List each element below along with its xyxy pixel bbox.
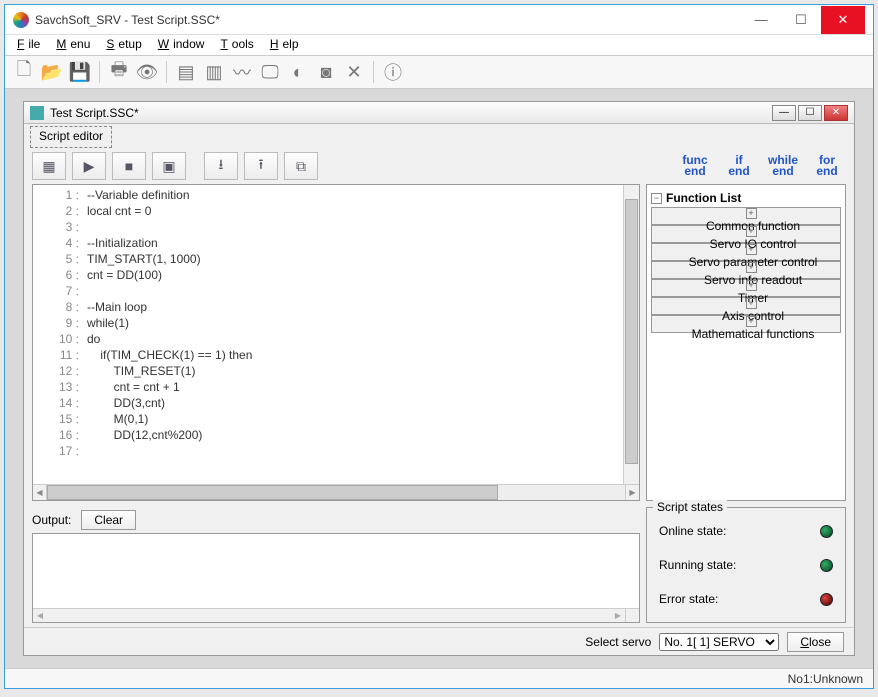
tools-icon[interactable]: ✕ [341, 59, 367, 85]
function-list-item[interactable]: +Mathematical functions [651, 315, 841, 333]
snippet-func[interactable]: funcend [676, 155, 714, 177]
tab-script-editor[interactable]: Script editor [30, 126, 112, 148]
run-icon[interactable]: ▶ [72, 152, 106, 180]
menu-bar: File Menu Setup Window Tools Help [5, 35, 873, 55]
monitor-icon[interactable]: 🖵 [257, 59, 283, 85]
toolbar-separator [99, 61, 100, 83]
output-label: Output: [32, 513, 71, 527]
running-led-icon [820, 559, 833, 572]
status-text: No1:Unknown [788, 672, 863, 686]
toolbar-separator [373, 61, 374, 83]
output-header: Output: Clear [32, 507, 640, 533]
expand-icon[interactable]: + [746, 316, 757, 327]
child-window-icon [30, 106, 44, 120]
download-icon[interactable]: ⭳ [204, 152, 238, 180]
close-button[interactable] [821, 6, 865, 34]
menu-tools[interactable]: Tools [216, 37, 261, 53]
menu-menu[interactable]: Menu [52, 37, 98, 53]
code-lines[interactable]: --Variable definitionlocal cnt = 0--Init… [83, 185, 623, 484]
print-icon[interactable]: 🖶 [106, 59, 132, 85]
preview-icon[interactable]: 👁 [134, 59, 160, 85]
output-horizontal-scrollbar[interactable]: ◀▶ [33, 608, 625, 622]
expand-icon[interactable]: + [746, 298, 757, 309]
error-led-icon [820, 593, 833, 606]
output-textarea[interactable]: ◀▶ [32, 533, 640, 623]
function-list-item[interactable]: +Axis control [651, 297, 841, 315]
menu-help[interactable]: Help [266, 37, 307, 53]
function-list-root[interactable]: − Function List [651, 189, 841, 207]
child-bottom-bar: Select servo No. 1[ 1] SERVO Close [24, 627, 854, 655]
child-titlebar: Test Script.SSC* — ☐ ✕ [24, 102, 854, 124]
open-file-icon[interactable]: 📂 [39, 59, 65, 85]
editor-vertical-scrollbar[interactable] [623, 185, 639, 484]
param-list2-icon[interactable]: ▥ [201, 59, 227, 85]
snippet-for[interactable]: forend [808, 155, 846, 177]
menu-file[interactable]: File [13, 37, 48, 53]
online-state-row: Online state: [653, 514, 839, 548]
stop-icon[interactable]: ■ [112, 152, 146, 180]
titlebar: SavchSoft_SRV - Test Script.SSC* [5, 5, 873, 35]
expand-icon[interactable]: + [746, 262, 757, 273]
child-close-button[interactable]: ✕ [824, 105, 848, 121]
script-states-group: Script states Online state: Running stat… [646, 507, 846, 623]
function-list-item[interactable]: +Servo parameter control [651, 243, 841, 261]
upload-icon[interactable]: ⭱ [244, 152, 278, 180]
servo-select[interactable]: No. 1[ 1] SERVO [659, 633, 779, 651]
function-list-item[interactable]: +Servo IO control [651, 225, 841, 243]
status-bar: No1:Unknown [5, 668, 873, 688]
mdi-area: Test Script.SSC* — ☐ ✕ Script editor ▦ ▶… [5, 89, 873, 668]
child-maximize-button[interactable]: ☐ [798, 105, 822, 121]
info-icon[interactable]: ⓘ [380, 59, 406, 85]
online-led-icon [820, 525, 833, 538]
motor-icon[interactable]: ◙ [313, 59, 339, 85]
window-title: SavchSoft_SRV - Test Script.SSC* [35, 13, 741, 27]
function-list-panel: − Function List +Common function+Servo I… [646, 184, 846, 501]
expand-icon[interactable]: + [746, 226, 757, 237]
snippet-while[interactable]: whileend [764, 155, 802, 177]
gauge-icon[interactable]: ◐ [285, 59, 311, 85]
window-controls [741, 6, 865, 34]
editor-horizontal-scrollbar[interactable]: ◀▶ [33, 484, 639, 500]
script-child-window: Test Script.SSC* — ☐ ✕ Script editor ▦ ▶… [23, 101, 855, 656]
running-state-row: Running state: [653, 548, 839, 582]
script-toolbar: ▦ ▶ ■ ▣ ⭳ ⭱ ⧉ funcend ifend whileend for… [24, 148, 854, 184]
states-legend: Script states [653, 500, 727, 514]
menu-setup[interactable]: Setup [102, 37, 149, 53]
menu-window[interactable]: Window [154, 37, 213, 53]
app-icon [13, 12, 29, 28]
line-gutter: 1 : 2 : 3 : 4 : 5 : 6 : 7 : 8 : 9 : 10 :… [33, 185, 83, 484]
child-minimize-button[interactable]: — [772, 105, 796, 121]
scope-icon[interactable]: 〰 [229, 59, 255, 85]
function-list-item[interactable]: +Common function [651, 207, 841, 225]
select-servo-label: Select servo [585, 635, 651, 649]
param-list-icon[interactable]: ▤ [173, 59, 199, 85]
error-state-row: Error state: [653, 582, 839, 616]
toolbar-separator [166, 61, 167, 83]
new-file-icon[interactable]: 🗋 [11, 59, 37, 85]
main-window: SavchSoft_SRV - Test Script.SSC* File Me… [4, 4, 874, 689]
expand-icon[interactable]: + [746, 244, 757, 255]
compile-icon[interactable]: ▦ [32, 152, 66, 180]
main-toolbar: 🗋 📂 💾 🖶 👁 ▤ ▥ 〰 🖵 ◐ ◙ ✕ ⓘ [5, 55, 873, 89]
close-child-button[interactable]: Close [787, 632, 844, 652]
save-file-icon[interactable]: 💾 [67, 59, 93, 85]
debug-icon[interactable]: ⧉ [284, 152, 318, 180]
child-title: Test Script.SSC* [50, 106, 772, 120]
step-icon[interactable]: ▣ [152, 152, 186, 180]
snippet-if[interactable]: ifend [720, 155, 758, 177]
collapse-icon[interactable]: − [651, 193, 662, 204]
expand-icon[interactable]: + [746, 208, 757, 219]
clear-output-button[interactable]: Clear [81, 510, 136, 530]
minimize-button[interactable] [741, 6, 781, 34]
function-list-item[interactable]: +Timer [651, 279, 841, 297]
code-editor[interactable]: 1 : 2 : 3 : 4 : 5 : 6 : 7 : 8 : 9 : 10 :… [32, 184, 640, 501]
tab-strip: Script editor [24, 124, 854, 148]
maximize-button[interactable] [781, 6, 821, 34]
expand-icon[interactable]: + [746, 280, 757, 291]
